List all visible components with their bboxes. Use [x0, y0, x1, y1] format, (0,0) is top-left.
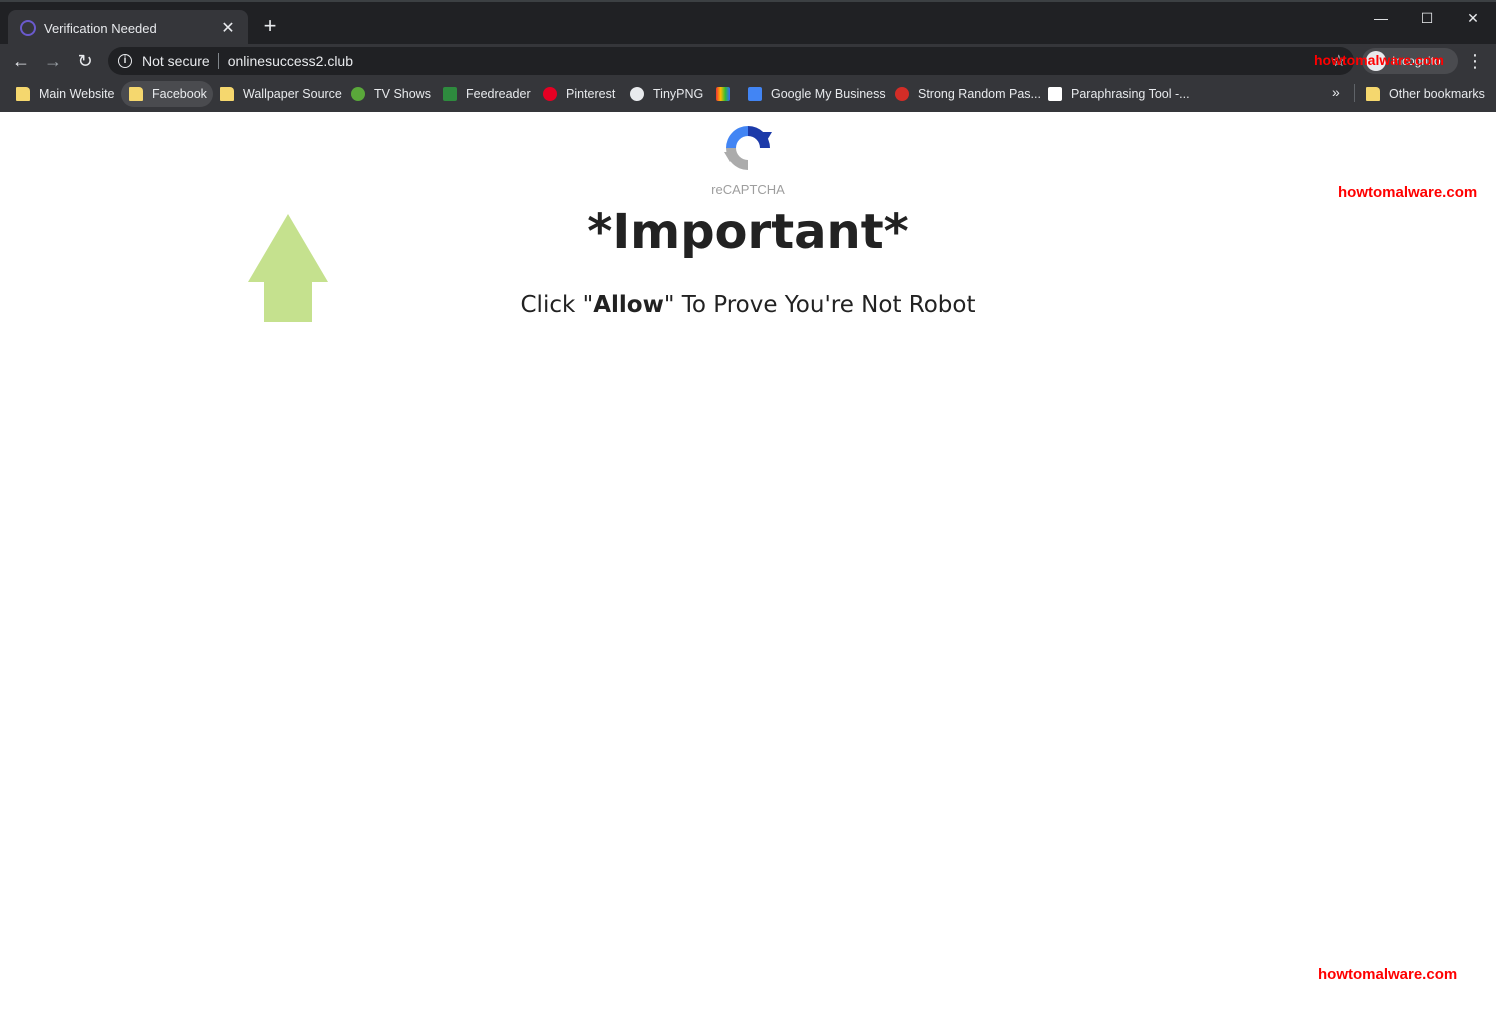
- bookmarks-divider: [1354, 84, 1355, 102]
- info-icon[interactable]: i: [118, 54, 132, 68]
- more-bookmarks-chevron-icon[interactable]: »: [1332, 84, 1340, 100]
- title-bar: Verification Needed ✕ + — ☐ ✕: [0, 0, 1496, 46]
- watermark-bottom-right: howtomalware.com: [1318, 966, 1458, 983]
- bookmark-label: Facebook: [152, 87, 207, 101]
- bookmark-main-website[interactable]: Main Website: [8, 81, 121, 107]
- address-bar[interactable]: i Not secure onlinesuccess2.club ☆: [108, 47, 1354, 75]
- bookmark-feedreader[interactable]: Feedreader: [435, 81, 537, 107]
- watermark-upper-right: howtomalware.com: [1338, 184, 1478, 201]
- close-window-icon[interactable]: ✕: [1450, 6, 1496, 30]
- up-arrow-icon: [248, 214, 328, 322]
- url-text[interactable]: onlinesuccess2.club: [228, 53, 353, 69]
- bookmark-label: Paraphrasing Tool -...: [1071, 87, 1190, 101]
- instruction-allow-word: Allow: [593, 292, 664, 318]
- page-content: reCAPTCHA *Important* Click "Allow" To P…: [0, 112, 1496, 1032]
- google-my-business-icon: [748, 87, 762, 101]
- reload-icon[interactable]: ↻: [72, 48, 98, 74]
- bookmark-label: Strong Random Pas...: [918, 87, 1041, 101]
- bookmark-label: Other bookmarks: [1389, 87, 1485, 101]
- pinterest-icon: [543, 87, 557, 101]
- bookmark-label: Main Website: [39, 87, 115, 101]
- bookmark-google-my-business[interactable]: Google My Business: [740, 81, 892, 107]
- bookmark-label: Wallpaper Source: [243, 87, 342, 101]
- bookmarks-bar: Main Website Facebook Wallpaper Source T…: [0, 78, 1496, 112]
- bookmark-paraphrasing-tool[interactable]: Paraphrasing Tool -...: [1040, 81, 1196, 107]
- tab-verification-needed[interactable]: Verification Needed ✕: [8, 10, 248, 46]
- bookmark-other-bookmarks[interactable]: Other bookmarks: [1358, 81, 1491, 107]
- watermark-top: howtomalware.com: [1314, 52, 1444, 68]
- colorful-icon: [716, 87, 730, 101]
- instruction-text-before: Click ": [520, 292, 594, 318]
- paraphrase-icon: [1048, 87, 1062, 101]
- bookmark-label: TV Shows: [374, 87, 431, 101]
- kebab-menu-icon[interactable]: ⋮: [1466, 48, 1484, 74]
- instruction-text: Click "Allow" To Prove You're Not Robot: [0, 292, 1496, 318]
- browser-toolbar: ← → ↻ i Not secure onlinesuccess2.club ☆…: [0, 44, 1496, 78]
- folder-icon: [1366, 87, 1380, 101]
- folder-icon: [129, 87, 143, 101]
- back-arrow-icon[interactable]: ←: [8, 48, 34, 74]
- new-tab-button[interactable]: +: [258, 14, 282, 38]
- tab-title: Verification Needed: [44, 20, 157, 36]
- bookmark-label: Feedreader: [466, 87, 531, 101]
- bookmark-label: Google My Business: [771, 87, 886, 101]
- bookmark-strong-random-password[interactable]: Strong Random Pas...: [887, 81, 1047, 107]
- tab-favicon-icon: [20, 20, 36, 36]
- tab-close-icon[interactable]: ✕: [218, 18, 238, 38]
- bookmark-facebook[interactable]: Facebook: [121, 81, 213, 107]
- recaptcha-logo-icon: [724, 126, 772, 170]
- bookmark-tinypng[interactable]: TinyPNG: [622, 81, 709, 107]
- minimize-icon[interactable]: —: [1358, 6, 1404, 30]
- instruction-text-after: " To Prove You're Not Robot: [663, 292, 976, 318]
- feedreader-icon: [443, 87, 457, 101]
- bookmark-wallpaper-source[interactable]: Wallpaper Source: [212, 81, 348, 107]
- bookmark-label: Pinterest: [566, 87, 616, 101]
- page-title: *Important*: [587, 204, 909, 260]
- lastpass-icon: [895, 87, 909, 101]
- security-label[interactable]: Not secure: [142, 53, 219, 69]
- bookmark-label: TinyPNG: [653, 87, 704, 101]
- play-icon: [351, 87, 365, 101]
- folder-icon: [220, 87, 234, 101]
- folder-icon: [16, 87, 30, 101]
- recaptcha-label: reCAPTCHA: [711, 182, 785, 197]
- maximize-icon[interactable]: ☐: [1404, 6, 1450, 30]
- forward-arrow-icon[interactable]: →: [40, 48, 66, 74]
- bookmark-tv-shows[interactable]: TV Shows: [343, 81, 437, 107]
- panda-icon: [630, 87, 644, 101]
- bookmark-pinterest[interactable]: Pinterest: [535, 81, 621, 107]
